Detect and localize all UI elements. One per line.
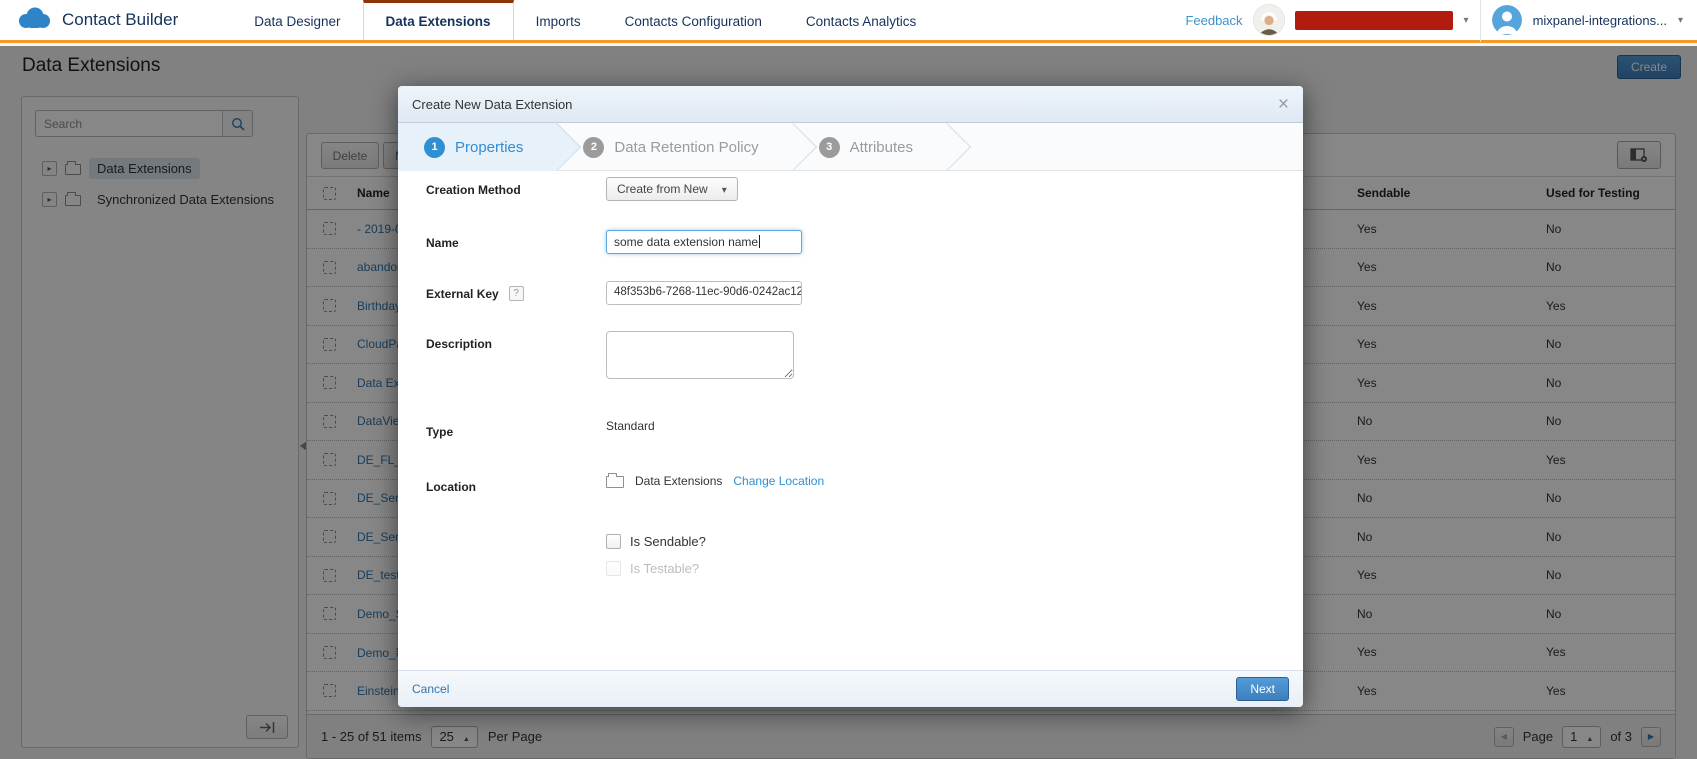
location-value: Data Extensions [635, 474, 722, 488]
modal-footer: Cancel Next [398, 670, 1303, 707]
step-number: 1 [424, 137, 445, 158]
app-title: Contact Builder [62, 10, 178, 30]
external-key-value: 48f353b6-7268-11ec-90d6-0242ac1200 [614, 286, 802, 298]
wizard-step-data-retention-policy[interactable]: 2 Data Retention Policy [557, 123, 792, 171]
external-key-label: External Key [426, 287, 499, 301]
chevron-down-icon[interactable] [1464, 15, 1469, 26]
nav-tab-contacts-analytics[interactable]: Contacts Analytics [784, 0, 938, 40]
external-key-input[interactable]: 48f353b6-7268-11ec-90d6-0242ac1200 [606, 281, 802, 305]
description-input[interactable] [606, 331, 794, 379]
location-label: Location [426, 474, 606, 494]
chevron-down-icon [722, 182, 727, 196]
close-icon[interactable] [1278, 95, 1289, 114]
creation-method-value: Create from New [617, 182, 708, 196]
step-label: Properties [455, 139, 523, 156]
help-icon[interactable] [509, 286, 524, 301]
step-label: Attributes [850, 139, 913, 156]
modal-body: Creation Method Create from New Name som… [398, 171, 1303, 576]
nav-right-cluster: Feedback mixpanel-integrations... [1185, 0, 1697, 40]
is-sendable-checkbox[interactable] [606, 534, 621, 549]
cancel-link[interactable]: Cancel [412, 682, 449, 696]
primary-nav: Data DesignerData ExtensionsImportsConta… [232, 0, 938, 40]
is-testable-checkbox [606, 561, 621, 576]
type-label: Type [426, 419, 606, 439]
redacted-account-block [1295, 11, 1453, 30]
modal-header: Create New Data Extension [398, 86, 1303, 123]
is-testable-label: Is Testable? [630, 561, 699, 576]
feedback-link[interactable]: Feedback [1185, 13, 1242, 28]
modal-title: Create New Data Extension [412, 97, 572, 112]
einstein-avatar[interactable] [1254, 5, 1284, 35]
nav-tab-data-extensions[interactable]: Data Extensions [363, 0, 514, 40]
divider [1480, 0, 1481, 42]
step-label: Data Retention Policy [614, 139, 758, 156]
app-brand[interactable]: Contact Builder [0, 0, 204, 40]
name-input[interactable]: some data extension name [606, 230, 802, 254]
nav-tab-contacts-configuration[interactable]: Contacts Configuration [603, 0, 784, 40]
create-data-extension-modal: Create New Data Extension 1 Properties 2 Da… [398, 86, 1303, 707]
step-number: 3 [819, 137, 840, 158]
top-nav: Contact Builder Data DesignerData Extens… [0, 0, 1697, 43]
contact-builder-cloud-icon [16, 6, 52, 35]
wizard-steps: 1 Properties 2 Data Retention Policy 3 Attrib… [398, 123, 1303, 171]
creation-method-select[interactable]: Create from New [606, 177, 738, 201]
name-value: some data extension name [614, 235, 758, 249]
folder-icon [606, 476, 624, 488]
name-label: Name [426, 230, 606, 250]
step-number: 2 [583, 137, 604, 158]
description-label: Description [426, 331, 606, 351]
change-location-link[interactable]: Change Location [733, 474, 824, 488]
chevron-down-icon[interactable] [1678, 15, 1683, 26]
nav-tab-imports[interactable]: Imports [514, 0, 603, 40]
creation-method-label: Creation Method [426, 177, 606, 197]
type-value: Standard [606, 419, 655, 433]
is-sendable-label: Is Sendable? [630, 534, 706, 549]
next-button[interactable]: Next [1236, 677, 1289, 701]
app-window: Contact Builder Data DesignerData Extens… [0, 0, 1697, 759]
user-avatar-icon[interactable] [1492, 5, 1522, 35]
wizard-step-properties[interactable]: 1 Properties [398, 123, 557, 171]
nav-tab-data-designer[interactable]: Data Designer [232, 0, 362, 40]
account-menu[interactable]: mixpanel-integrations... [1533, 13, 1667, 28]
text-cursor [759, 235, 760, 248]
